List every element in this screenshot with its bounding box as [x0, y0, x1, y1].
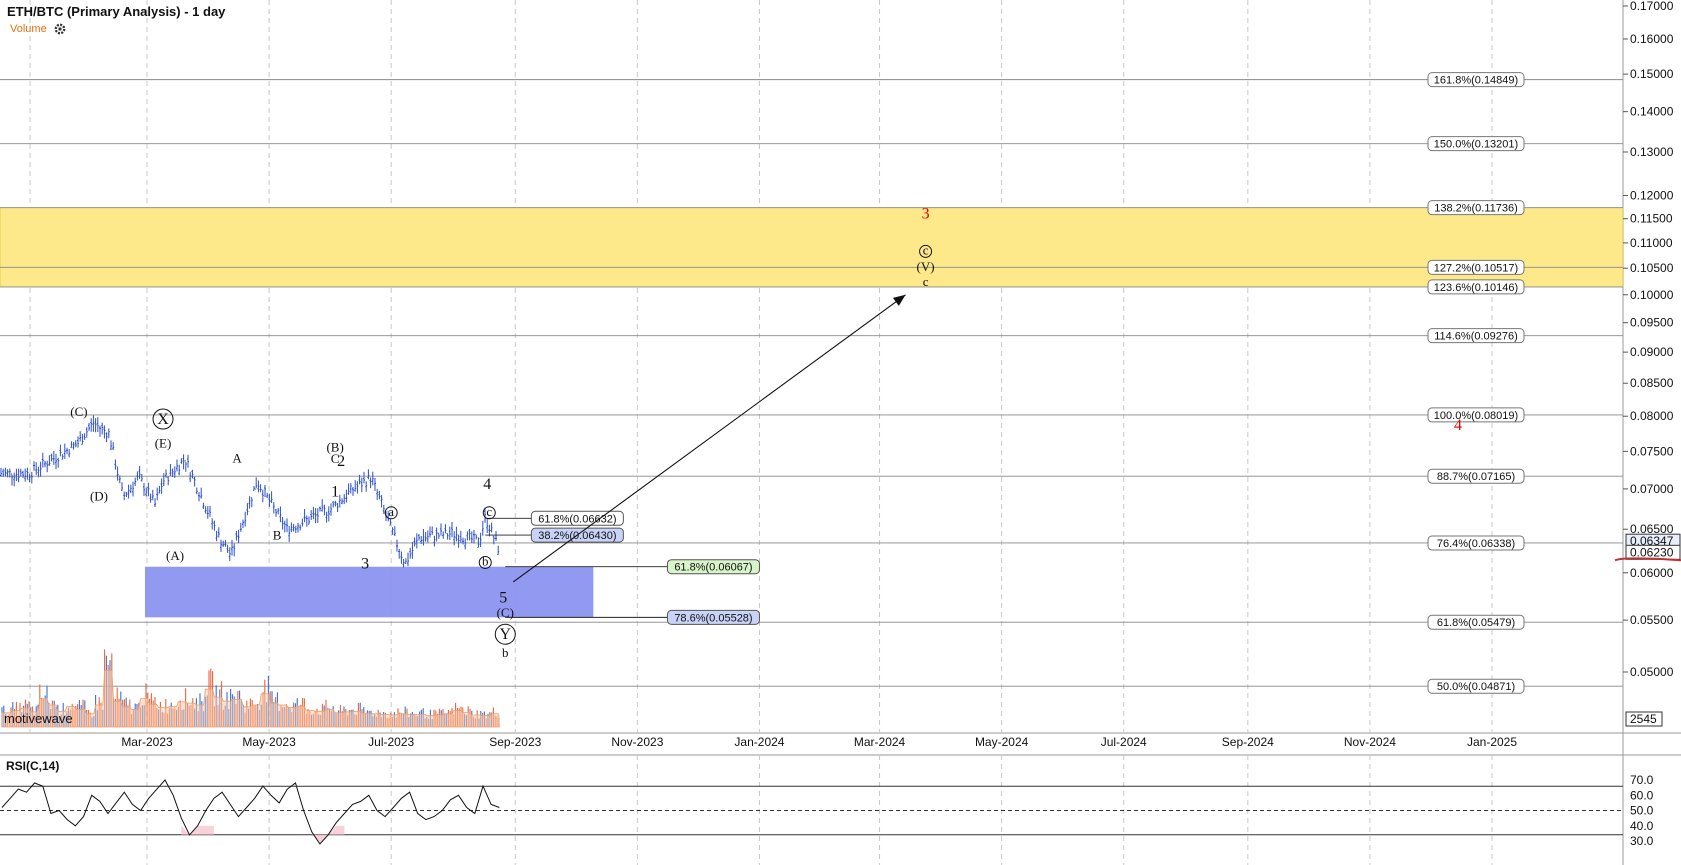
- fib-label: 150.0%(0.13201): [1434, 139, 1518, 151]
- fib-label: 161.8%(0.14849): [1434, 75, 1518, 87]
- date-axis: Mar-2023 May-2023 Jul-2023 Sep-2023 Nov-2023…: [121, 735, 1517, 749]
- price-axis: 0.17000 0.16000 0.15000 0.14000 0.13000 0.120…: [1614, 0, 1681, 727]
- wave-label: b: [502, 645, 509, 660]
- date-tick-label: Sep-2024: [1222, 735, 1274, 749]
- wave-label: (C): [70, 404, 87, 419]
- date-tick-label: Jan-2024: [734, 735, 784, 749]
- price-tick-label: 0.13000: [1630, 145, 1674, 159]
- rsi-tick-label: 50.0: [1630, 804, 1654, 818]
- wave-label: (D): [90, 489, 108, 504]
- price-tick-label: 0.11000: [1630, 236, 1673, 250]
- fib-label: 138.2%(0.11736): [1434, 203, 1518, 215]
- wave-label: c: [923, 274, 929, 289]
- price-tick-label: 0.08000: [1630, 409, 1674, 423]
- date-tick-label: Mar-2023: [121, 735, 173, 749]
- fib-label: 61.8%(0.05479): [1437, 617, 1515, 629]
- price-tick-label: 0.09500: [1630, 316, 1674, 330]
- price-tick-label: 0.10500: [1630, 261, 1674, 275]
- rsi-title: RSI(C,14): [6, 759, 59, 773]
- fib-label: 123.6%(0.10146): [1434, 282, 1518, 294]
- wave-label: (E): [155, 436, 172, 451]
- price-tick-label: 0.15000: [1630, 67, 1674, 81]
- date-tick-label: Jul-2023: [368, 735, 414, 749]
- rsi-tick-label: 30.0: [1630, 834, 1654, 848]
- wave-label: c: [923, 242, 929, 257]
- price-tick-label: 0.11500: [1630, 212, 1673, 226]
- fib-label: 100.0%(0.08019): [1434, 410, 1518, 422]
- wave-label: B: [273, 527, 282, 542]
- price-tick-label: 0.05000: [1630, 665, 1674, 679]
- rsi-tick-label: 70.0: [1630, 773, 1654, 787]
- wave-label: a: [388, 504, 394, 519]
- rsi-tick-label: 40.0: [1630, 819, 1654, 833]
- wave-label: (V): [917, 259, 935, 274]
- wave-label: 3: [922, 206, 930, 223]
- price-tick-label: 0.07000: [1630, 482, 1674, 496]
- price-tick-label: 0.10000: [1630, 288, 1674, 302]
- wave-label: 2: [337, 453, 345, 470]
- date-tick-label: Sep-2023: [489, 735, 541, 749]
- fib-label: 76.4%(0.06338): [1437, 538, 1515, 550]
- wave-label: 4: [483, 476, 491, 493]
- price-tick-label: 0.09000: [1630, 345, 1674, 359]
- date-tick-label: Mar-2024: [854, 735, 906, 749]
- price-tick-label: 0.08500: [1630, 376, 1674, 390]
- current-price-label: 0.06230: [1630, 545, 1674, 559]
- price-tick-label: 0.06000: [1630, 566, 1674, 580]
- date-tick-label: Nov-2024: [1344, 735, 1396, 749]
- wave-label: 3: [361, 555, 369, 572]
- target-zone: [0, 207, 1624, 288]
- date-tick-label: Jul-2024: [1101, 735, 1147, 749]
- wave-label: 1: [331, 484, 339, 501]
- retracement-label: 61.8%(0.06067): [674, 562, 752, 574]
- price-tick-label: 0.16000: [1630, 32, 1674, 46]
- date-tick-label: Jan-2025: [1467, 735, 1517, 749]
- date-tick-label: May-2023: [242, 735, 296, 749]
- rsi-pane: 70.060.0 50.040.030.0: [0, 773, 1654, 848]
- date-tick-label: Nov-2023: [611, 735, 663, 749]
- date-tick-label: May-2024: [975, 735, 1029, 749]
- price-tick-label: 0.07500: [1630, 444, 1674, 458]
- retracement-label: 38.2%(0.06430): [538, 530, 616, 542]
- main-pane: [0, 0, 1623, 733]
- volume-label[interactable]: Volume: [10, 23, 47, 35]
- wave-label: (A): [166, 548, 184, 563]
- wave-label: Y: [499, 626, 511, 643]
- fib-label: 127.2%(0.10517): [1434, 262, 1518, 274]
- price-tick-label: 0.17000: [1630, 0, 1674, 13]
- fib-label: 50.0%(0.04871): [1437, 681, 1515, 693]
- wave-label: (C): [497, 605, 514, 620]
- wave-label: 4: [1454, 417, 1462, 434]
- price-tick-label: 0.05500: [1630, 613, 1674, 627]
- watermark: motivewave: [4, 711, 73, 726]
- wave-label: A: [232, 450, 242, 465]
- support-zone: [144, 566, 594, 618]
- chart-title: ETH/BTC (Primary Analysis) - 1 day: [7, 4, 226, 19]
- wave-label: b: [482, 553, 489, 568]
- price-chart[interactable]: 161.8%(0.14849) 150.0%(0.13201) 138.2%(0.1…: [0, 0, 1681, 865]
- wave-label: X: [157, 411, 169, 428]
- wave-label: c: [486, 504, 492, 519]
- volume-scale-label: 2545: [1630, 712, 1657, 726]
- wave-label: 5: [499, 590, 507, 607]
- price-tick-label: 0.14000: [1630, 105, 1674, 119]
- rsi-tick-label: 60.0: [1630, 788, 1654, 802]
- fib-label: 114.6%(0.09276): [1434, 331, 1518, 343]
- fib-label: 88.7%(0.07165): [1437, 471, 1515, 483]
- price-tick-label: 0.12000: [1630, 189, 1674, 203]
- retracement-label: 78.6%(0.05528): [674, 612, 752, 624]
